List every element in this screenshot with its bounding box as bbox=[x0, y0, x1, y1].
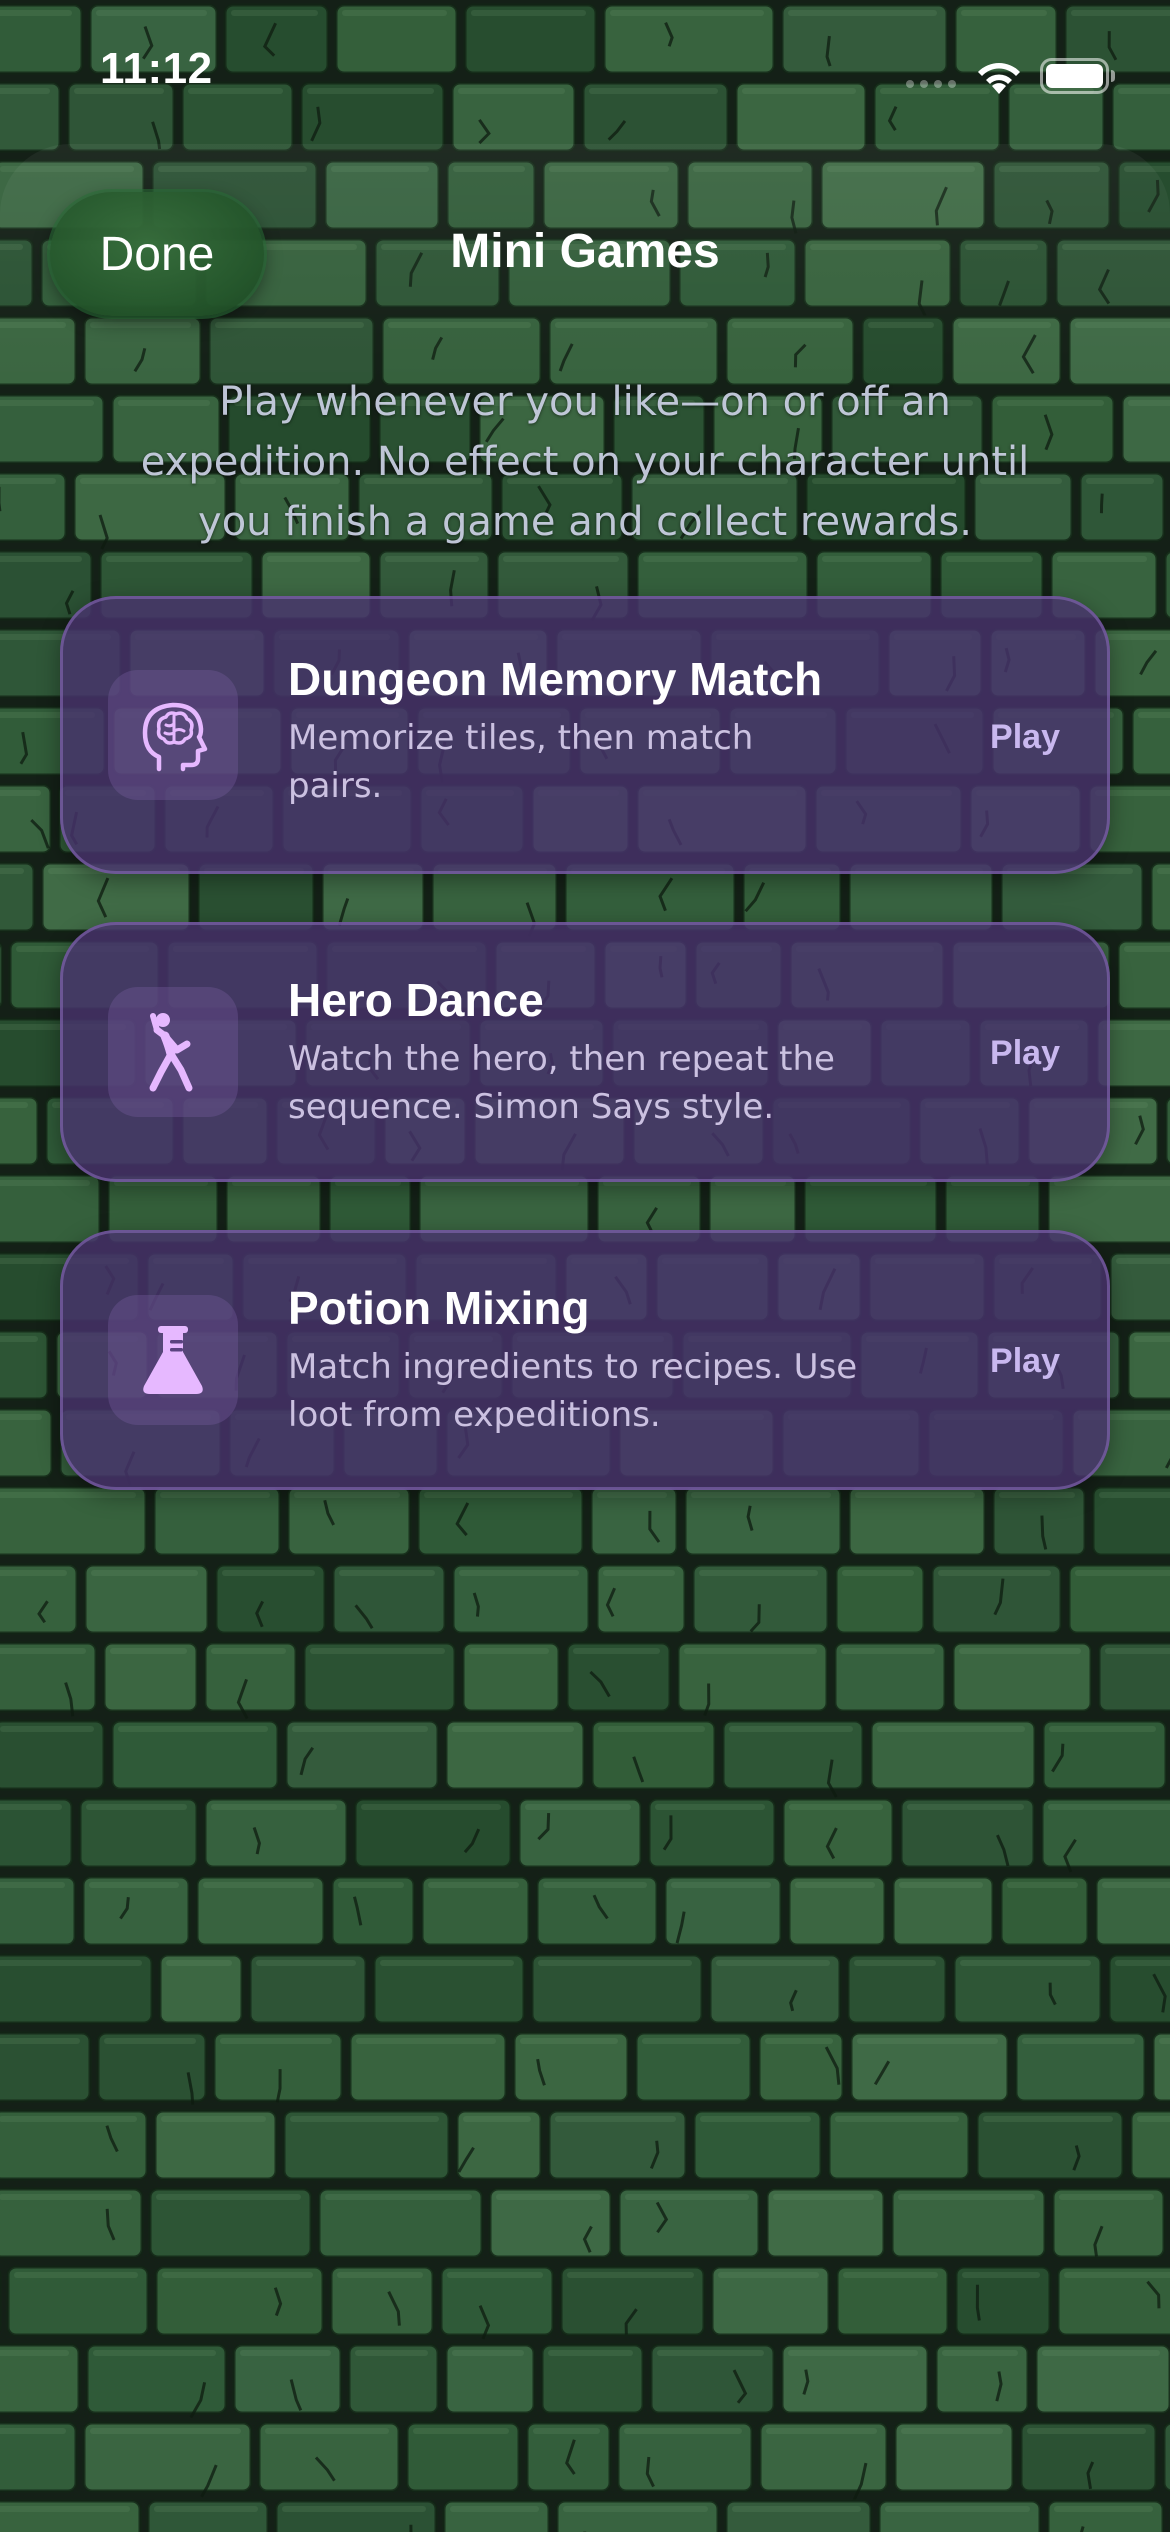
flask-icon bbox=[108, 1295, 238, 1425]
game-card-dungeon-memory-match[interactable]: Dungeon Memory Match Memorize tiles, the… bbox=[60, 596, 1110, 874]
page-title: Mini Games bbox=[450, 225, 720, 278]
status-time: 11:12 bbox=[100, 44, 213, 93]
status-bar: 11:12 bbox=[0, 0, 1170, 140]
play-button-dungeon-memory-match[interactable]: Play bbox=[990, 708, 1060, 767]
game-card-potion-mixing[interactable]: Potion Mixing Match ingredients to recip… bbox=[60, 1230, 1110, 1490]
play-button-hero-dance[interactable]: Play bbox=[990, 1024, 1060, 1083]
cellular-signal-icon bbox=[906, 80, 958, 90]
game-description: Match ingredients to recipes. Use loot f… bbox=[288, 1347, 858, 1435]
done-button-label: Done bbox=[99, 227, 215, 281]
game-card-hero-dance[interactable]: Hero Dance Watch the hero, then repeat t… bbox=[60, 922, 1110, 1182]
game-description: Memorize tiles, then match pairs. bbox=[288, 718, 754, 806]
game-title: Dungeon Memory Match bbox=[288, 653, 823, 705]
game-title: Potion Mixing bbox=[288, 1282, 590, 1334]
done-button[interactable]: Done bbox=[50, 192, 264, 316]
game-title: Hero Dance bbox=[288, 974, 544, 1026]
play-button-potion-mixing[interactable]: Play bbox=[990, 1332, 1060, 1391]
wifi-icon bbox=[978, 63, 1020, 94]
dancing-figure-icon bbox=[108, 987, 238, 1117]
brain-head-icon bbox=[108, 670, 238, 800]
battery-full-icon bbox=[1040, 58, 1115, 94]
intro-description: Play whenever you like—on or off an expe… bbox=[140, 379, 1030, 545]
game-description: Watch the hero, then repeat the sequence… bbox=[288, 1039, 835, 1127]
